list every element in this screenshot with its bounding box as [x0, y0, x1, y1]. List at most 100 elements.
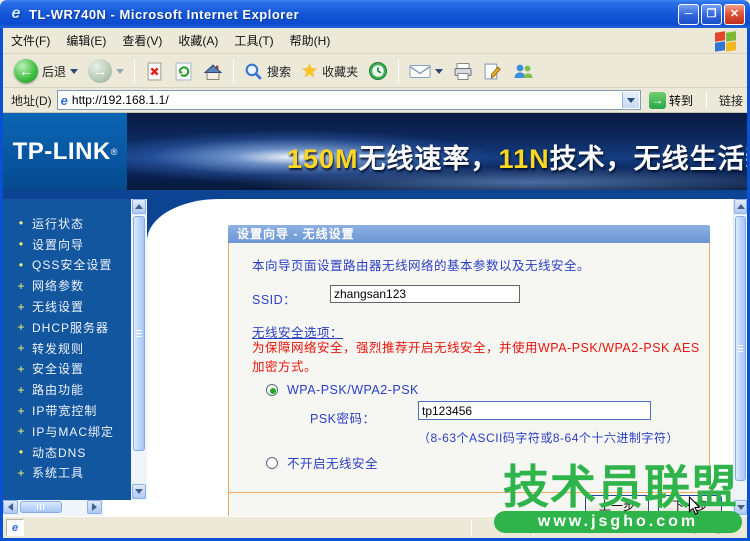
sidebar-item-ip-bandwidth-control[interactable]: +IP带宽控制 — [3, 400, 131, 421]
address-url: http://192.168.1.1/ — [72, 93, 169, 107]
window-title: TL-WR740N - Microsoft Internet Explorer — [29, 7, 299, 22]
refresh-button[interactable] — [169, 60, 198, 83]
sidebar-item-running-status[interactable]: •运行状态 — [3, 213, 131, 234]
go-button[interactable]: → 转到 — [646, 92, 696, 109]
sidebar-item-label: 无线设置 — [32, 298, 84, 315]
radio-option-wpa[interactable]: WPA-PSK/WPA2-PSK — [266, 383, 419, 397]
sidebar-item-label: 网络参数 — [32, 277, 84, 294]
forward-dropdown-icon[interactable] — [116, 69, 124, 78]
back-label: 后退 — [42, 63, 66, 80]
sidebar-item-qss-security[interactable]: •QSS安全设置 — [3, 255, 131, 276]
edit-icon — [483, 62, 502, 81]
refresh-icon — [174, 62, 193, 81]
close-button[interactable]: ✕ — [724, 4, 745, 25]
sidebar-item-setup-wizard[interactable]: •设置向导 — [3, 234, 131, 255]
security-warning-text: 为保障网络安全，强烈推荐开启无线安全，并使用WPA-PSK/WPA2-PSK A… — [252, 339, 710, 377]
sidebar-item-routing-function[interactable]: +路由功能 — [3, 379, 131, 400]
sidebar-horizontal-scrollbar[interactable] — [3, 500, 103, 516]
scroll-thumb[interactable] — [133, 216, 145, 451]
banner-11n: 11N — [499, 144, 550, 174]
sidebar-item-label: 动态DNS — [32, 444, 86, 461]
plus-icon: + — [15, 301, 27, 313]
minimize-button[interactable]: ─ — [678, 4, 699, 25]
search-button[interactable]: 搜索 — [239, 60, 296, 83]
go-label: 转到 — [669, 92, 693, 109]
menu-bar: 文件(F) 编辑(E) 查看(V) 收藏(A) 工具(T) 帮助(H) — [3, 28, 747, 54]
menu-view[interactable]: 查看(V) — [122, 32, 162, 49]
forward-button[interactable]: → — [83, 57, 129, 85]
back-button[interactable]: ← 后退 — [9, 57, 83, 85]
favorites-button[interactable]: ★ 收藏夹 — [296, 60, 363, 83]
favorites-label: 收藏夹 — [322, 63, 358, 80]
favorites-star-icon: ★ — [301, 62, 318, 81]
search-icon — [244, 62, 263, 81]
banner-seg2: 技术，无线生活新选择 — [550, 144, 747, 174]
sidebar-vertical-scrollbar[interactable] — [131, 199, 147, 500]
sidebar-item-network-params[interactable]: + 网络参数 — [3, 275, 131, 296]
scroll-down-button[interactable] — [132, 484, 146, 499]
menu-help[interactable]: 帮助(H) — [290, 32, 331, 49]
scroll-thumb[interactable] — [20, 501, 62, 513]
scroll-up-button[interactable] — [132, 199, 146, 214]
mouse-cursor — [688, 496, 702, 516]
scroll-up-button[interactable] — [734, 199, 747, 214]
address-label: 地址(D) — [11, 92, 52, 109]
messenger-button[interactable] — [507, 60, 539, 82]
sidebar-frame: •运行状态 •设置向导 •QSS安全设置 +网络参数 +无线设置 +DHCP服务… — [3, 199, 147, 516]
watermark-url: www.jsgho.com — [494, 511, 742, 533]
plus-icon: + — [15, 280, 27, 292]
ssid-label: SSID： — [252, 289, 296, 308]
mail-dropdown-icon[interactable] — [435, 69, 443, 78]
plus-icon: + — [15, 321, 27, 333]
menu-favorites[interactable]: 收藏(A) — [178, 32, 218, 49]
scroll-left-button[interactable] — [3, 500, 18, 514]
menu-tools[interactable]: 工具(T) — [234, 32, 273, 49]
sidebar-item-security-settings[interactable]: +安全设置 — [3, 359, 131, 380]
address-dropdown-button[interactable] — [622, 92, 639, 108]
toolbar-separator — [706, 91, 707, 109]
radio-button-selected[interactable] — [266, 384, 278, 396]
sidebar-item-label: IP与MAC绑定 — [32, 423, 114, 440]
panel-header: 设置向导 - 无线设置 — [228, 225, 710, 243]
menu-edit[interactable]: 编辑(E) — [66, 32, 106, 49]
sidebar-item-dhcp-server[interactable]: + DHCP服务器 — [3, 317, 131, 338]
title-bar: e TL-WR740N - Microsoft Internet Explore… — [0, 0, 750, 28]
bullet-icon: • — [15, 446, 27, 458]
edit-button[interactable] — [478, 60, 507, 83]
stop-button[interactable] — [140, 60, 169, 83]
back-dropdown-icon[interactable] — [70, 69, 78, 78]
scroll-right-button[interactable] — [87, 500, 102, 514]
scroll-thumb[interactable] — [735, 216, 746, 481]
radio-button-unselected[interactable] — [266, 457, 278, 469]
sidebar-item-label: DHCP服务器 — [32, 319, 109, 336]
nav-sidebar: •运行状态 •设置向导 •QSS安全设置 +网络参数 +无线设置 +DHCP服务… — [3, 199, 131, 500]
sidebar-item-dynamic-dns[interactable]: • 动态DNS — [3, 442, 131, 463]
radio-no-security-label: 不开启无线安全 — [287, 453, 378, 472]
page-ie-icon: e — [61, 93, 68, 108]
maximize-button[interactable]: ❐ — [701, 4, 722, 25]
history-button[interactable] — [363, 59, 393, 83]
psk-password-label: PSK密码： — [310, 408, 376, 427]
sidebar-item-label: QSS安全设置 — [32, 256, 112, 273]
links-label[interactable]: 链接 — [719, 92, 743, 109]
sidebar-item-wireless-settings[interactable]: + 无线设置 — [3, 296, 131, 317]
radio-option-no-security[interactable]: 不开启无线安全 — [266, 453, 378, 472]
search-label: 搜索 — [267, 63, 291, 80]
menu-file[interactable]: 文件(F) — [11, 32, 50, 49]
address-input[interactable]: e http://192.168.1.1/ — [57, 90, 641, 110]
tplink-logo: TP-LINK® — [3, 113, 127, 190]
toolbar-separator — [134, 59, 135, 83]
home-button[interactable] — [198, 60, 228, 83]
ssid-input[interactable] — [330, 285, 520, 303]
mail-button[interactable] — [404, 61, 448, 82]
plus-icon: + — [15, 342, 27, 354]
sidebar-item-system-tools[interactable]: +系统工具 — [3, 463, 131, 484]
messenger-icon — [512, 62, 534, 80]
sidebar-item-label: 路由功能 — [32, 381, 84, 398]
psk-password-input[interactable] — [418, 401, 651, 420]
sidebar-item-ip-mac-binding[interactable]: +IP与MAC绑定 — [3, 421, 131, 442]
promo-banner: 150M无线速率，11N技术，无线生活新选择 — [127, 113, 747, 190]
sidebar-item-forwarding-rules[interactable]: +转发规则 — [3, 338, 131, 359]
banner-seg1: 无线速率， — [359, 144, 499, 174]
print-button[interactable] — [448, 60, 478, 83]
